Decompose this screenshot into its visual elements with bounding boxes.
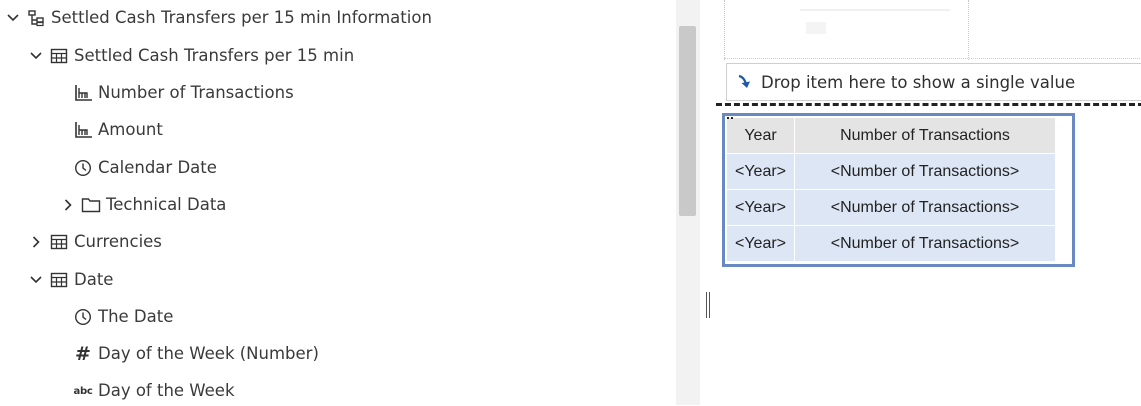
top-container-divider: [968, 0, 969, 60]
single-value-drop-zone[interactable]: Drop item here to show a single value: [726, 63, 1141, 101]
table-icon: [48, 45, 70, 67]
tree-node-table[interactable]: Date: [29, 265, 113, 295]
tree-node-label: Number of Transactions: [98, 83, 294, 102]
chevron-down-icon[interactable]: [29, 270, 43, 290]
faint-placeholder: [806, 22, 826, 34]
tree-node-measure[interactable]: Amount: [72, 115, 163, 145]
tree-node-label: Currencies: [74, 232, 162, 251]
tree-node-root[interactable]: Settled Cash Transfers per 15 min Inform…: [6, 3, 432, 33]
tree-node-label: Day of the Week: [98, 381, 235, 400]
list-header-row: Year Number of Transactions: [725, 117, 1057, 154]
tree-node-measure[interactable]: Number of Transactions: [72, 78, 294, 108]
tree-node-label: Amount: [98, 120, 163, 139]
table-row: <Year> <Number of Transactions>: [725, 189, 1057, 226]
tree-node-date[interactable]: Calendar Date: [72, 153, 217, 183]
top-container-bottom-edge: [724, 58, 1141, 59]
tree-node-label: The Date: [98, 307, 174, 326]
cell-year[interactable]: <Year>: [725, 189, 796, 226]
chevron-down-icon[interactable]: [29, 46, 43, 66]
table-icon: [48, 231, 70, 253]
tree-node-number[interactable]: # Day of the Week (Number): [72, 339, 319, 369]
hierarchy-icon: [25, 7, 47, 29]
tree-node-label: Settled Cash Transfers per 15 min: [74, 46, 355, 65]
tree-node-label: Date: [74, 270, 114, 289]
chevron-right-icon[interactable]: [61, 195, 75, 215]
tree-node-table[interactable]: Settled Cash Transfers per 15 min: [29, 41, 354, 71]
hash-icon: #: [75, 343, 91, 365]
chevron-right-icon[interactable]: [29, 232, 43, 252]
tree-node-folder[interactable]: Technical Data: [61, 190, 226, 220]
list-table[interactable]: Year Number of Transactions <Year> <Numb…: [725, 117, 1057, 262]
tree-node-table[interactable]: Currencies: [29, 227, 162, 257]
tree-node-date[interactable]: The Date: [72, 302, 173, 332]
measure-icon: [72, 82, 94, 104]
drag-handle-icon[interactable]: [727, 117, 733, 123]
folder-icon: [80, 194, 102, 216]
tree-node-label: Settled Cash Transfers per 15 min Inform…: [51, 8, 432, 27]
cell-number-of-transactions[interactable]: <Number of Transactions>: [794, 153, 1057, 190]
faint-placeholder: [800, 9, 950, 11]
clock-icon: [72, 306, 94, 328]
tree-node-label: Technical Data: [106, 195, 227, 214]
pane-splitter[interactable]: [700, 0, 714, 405]
data-tree-panel: Settled Cash Transfers per 15 min Inform…: [0, 0, 672, 405]
drop-zone-text: Drop item here to show a single value: [761, 72, 1076, 92]
clock-icon: [72, 157, 94, 179]
tree-node-label: Day of the Week (Number): [98, 344, 319, 363]
tree-node-text[interactable]: abc Day of the Week: [72, 376, 235, 406]
measure-icon: [72, 119, 94, 141]
arrow-down-right-icon: [733, 72, 759, 92]
tree-node-label: Calendar Date: [98, 158, 217, 177]
table-row: <Year> <Number of Transactions>: [725, 225, 1057, 262]
cell-year[interactable]: <Year>: [725, 153, 796, 190]
tree-scrollbar-thumb[interactable]: [679, 26, 696, 216]
table-row: <Year> <Number of Transactions>: [725, 153, 1057, 190]
insertion-indicator: [716, 103, 1141, 106]
cell-number-of-transactions[interactable]: <Number of Transactions>: [794, 189, 1057, 226]
cell-number-of-transactions[interactable]: <Number of Transactions>: [794, 225, 1057, 262]
splitter-grip-icon[interactable]: [706, 292, 710, 318]
column-header-number-of-transactions[interactable]: Number of Transactions: [794, 117, 1057, 154]
chevron-down-icon[interactable]: [6, 8, 20, 28]
abc-icon: abc: [73, 385, 93, 397]
table-icon: [48, 269, 70, 291]
column-header-year[interactable]: Year: [725, 117, 796, 154]
cell-year[interactable]: <Year>: [725, 225, 796, 262]
